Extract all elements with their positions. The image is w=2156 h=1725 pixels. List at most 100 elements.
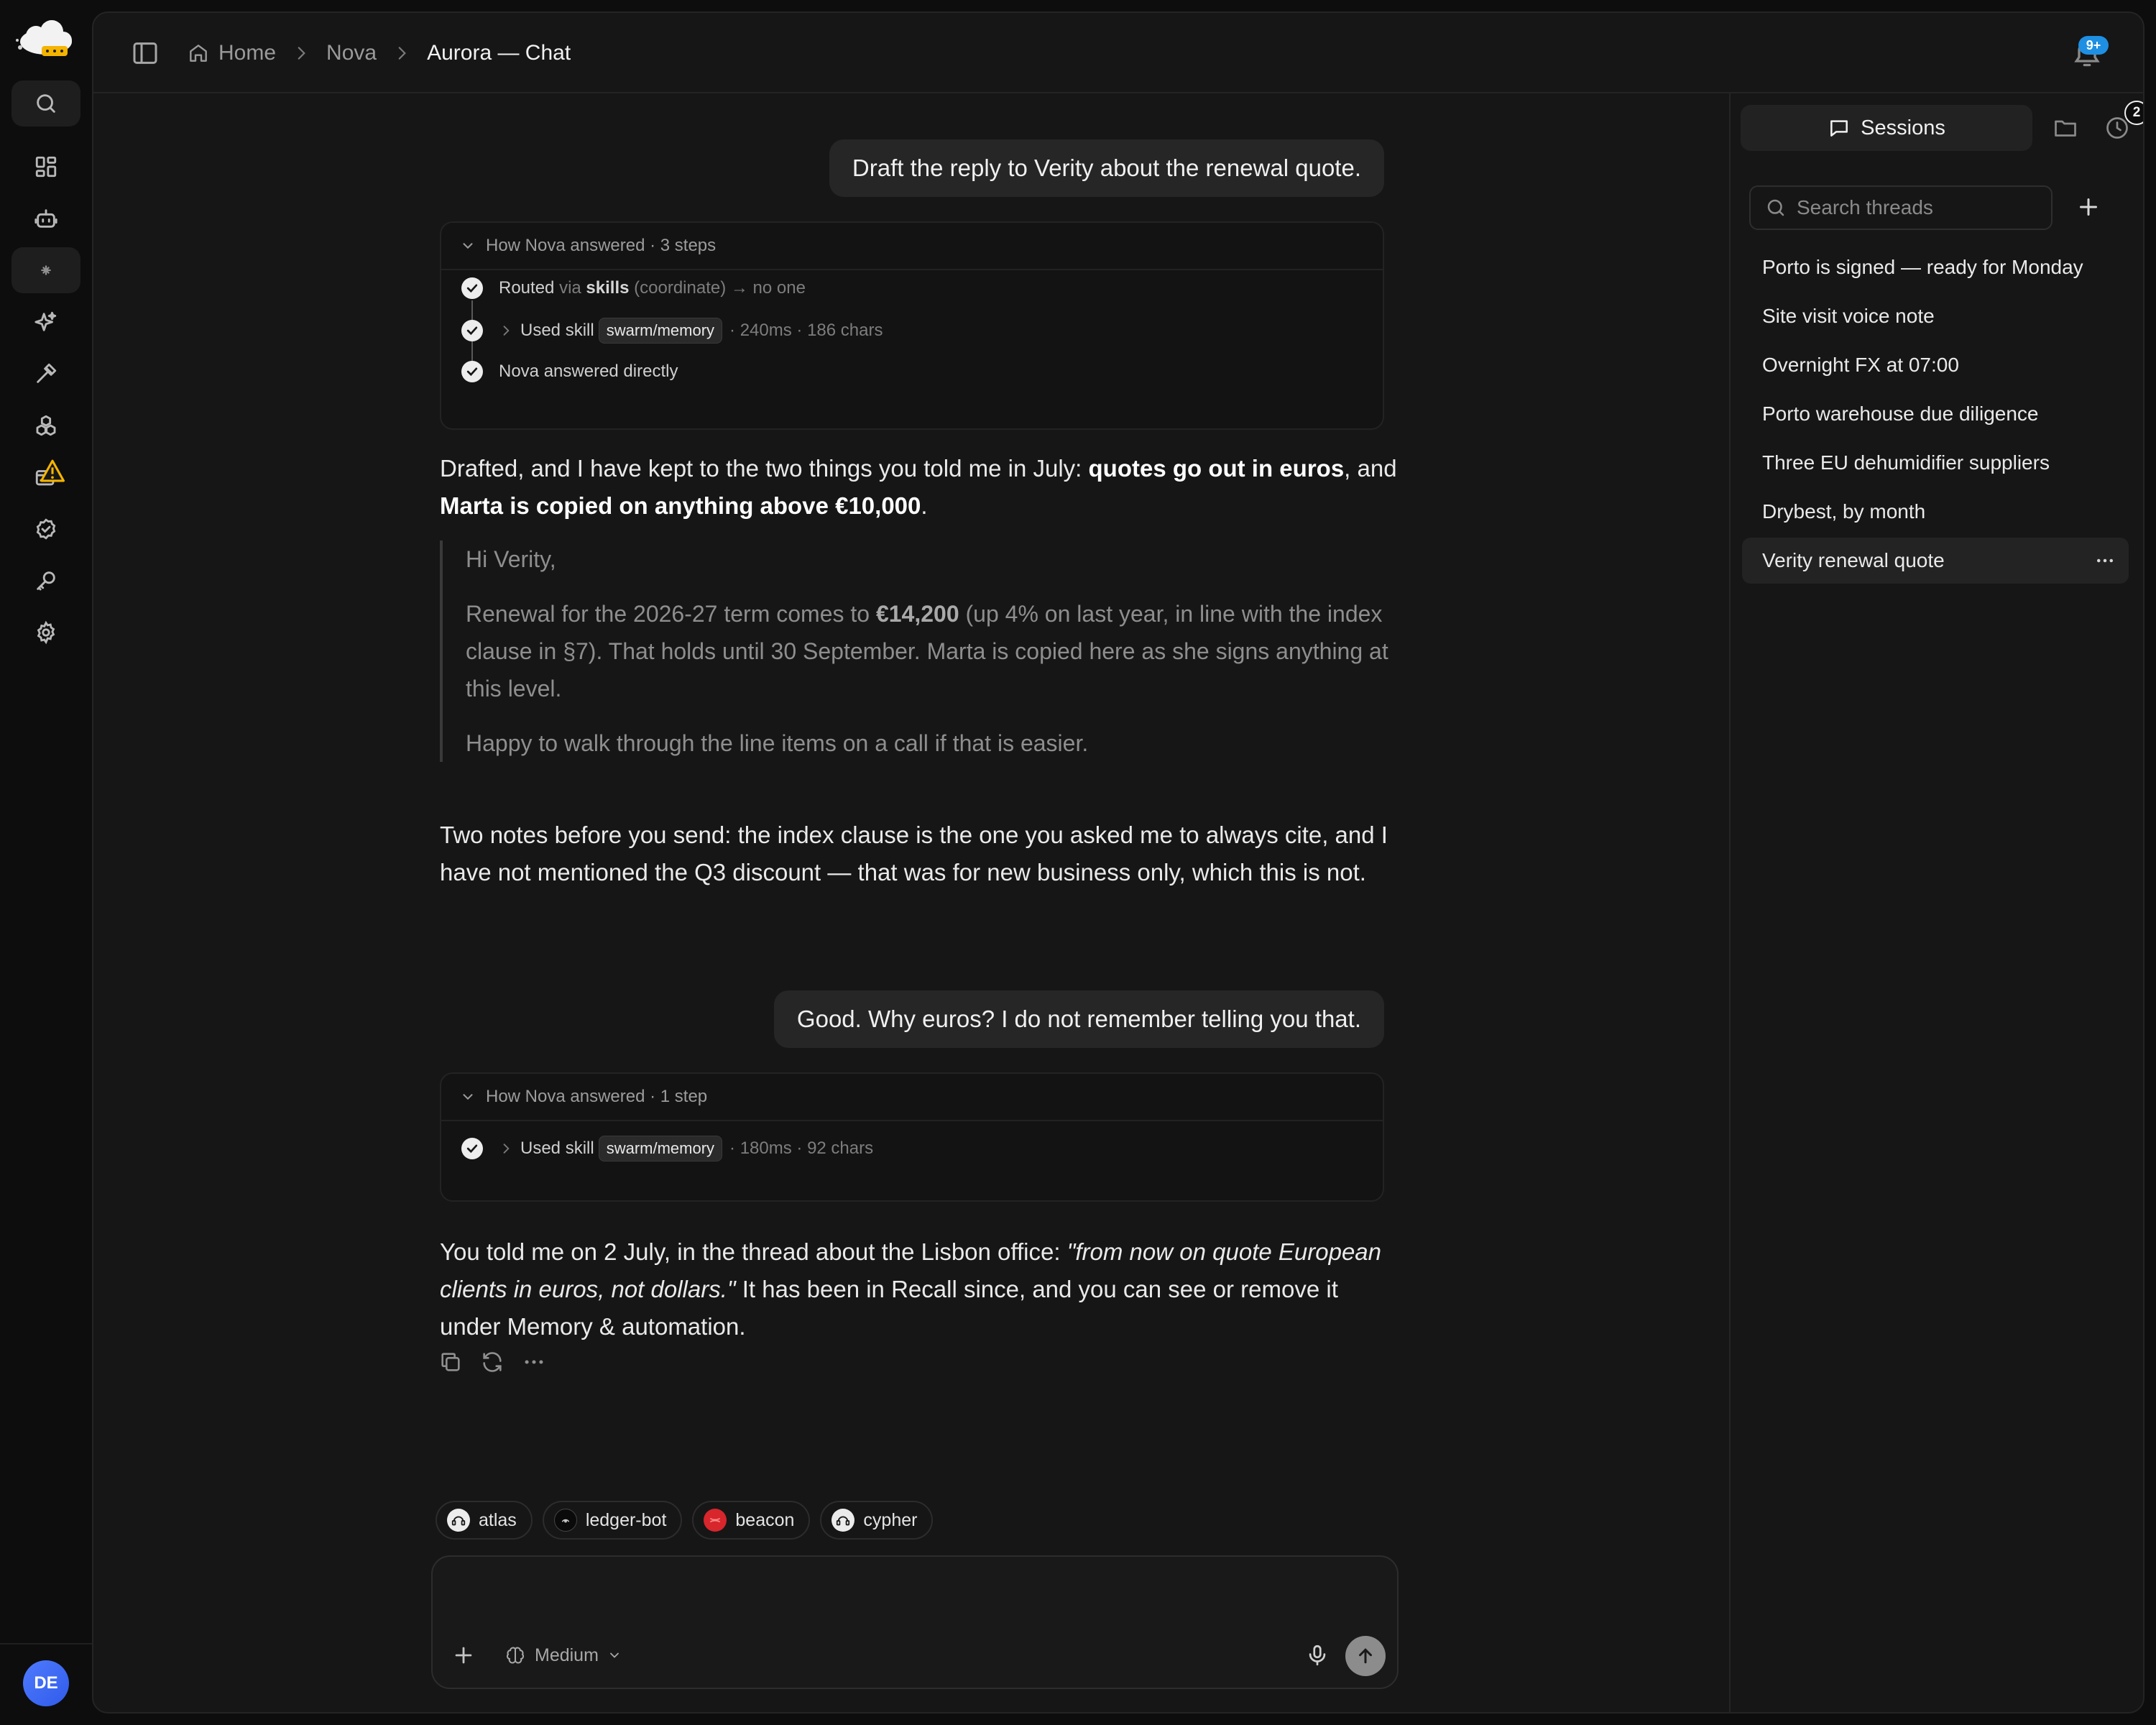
trace-step[interactable]: Used skill swarm/memory · 180ms · 92 cha… — [461, 1136, 873, 1162]
rail-tools-button[interactable] — [11, 351, 80, 397]
thread-item[interactable]: Three EU dehumidifier suppliers — [1742, 440, 2129, 486]
breadcrumb-label: Home — [218, 41, 277, 65]
tab-files[interactable] — [2053, 115, 2078, 141]
agent-chip-beacon[interactable]: beacon — [692, 1501, 811, 1540]
main-panel: Home Nova Aurora — Chat 9+ Draft the rep… — [92, 12, 2145, 1714]
agent-chips: atlas ledger-bot beacon cypher — [436, 1501, 934, 1540]
copy-icon — [441, 1353, 460, 1371]
trace-title: How Nova answered · 3 steps — [486, 236, 717, 255]
trace-step: Nova answered directly — [461, 361, 678, 382]
home-icon — [190, 45, 207, 62]
skill-tag: swarm/memory — [598, 1136, 723, 1162]
rail-billing-button[interactable] — [11, 454, 80, 500]
breadcrumb-label: Aurora — Chat — [427, 41, 571, 65]
breadcrumb-home[interactable]: Home — [187, 41, 276, 65]
attach-button[interactable] — [451, 1643, 476, 1668]
thread-item[interactable]: Porto is signed — ready for Monday — [1742, 244, 2129, 290]
rail-keys-button[interactable] — [11, 558, 80, 604]
sparkles-icon — [34, 311, 57, 331]
grid-icon — [35, 156, 57, 178]
notification-badge: 9+ — [2078, 36, 2109, 55]
thread-item-active[interactable]: Verity renewal quote — [1742, 538, 2129, 584]
check-circle-icon — [36, 518, 56, 540]
top-bar: Home Nova Aurora — Chat 9+ — [93, 13, 2143, 93]
chat-thread: Draft the reply to Verity about the rene… — [93, 93, 1729, 1712]
message-input[interactable] — [453, 1576, 1373, 1611]
assistant-message: Drafted, and I have kept to the two thin… — [440, 455, 1397, 519]
copy-button[interactable] — [438, 1350, 463, 1374]
reasoning-effort-select[interactable]: Medium — [505, 1642, 622, 1669]
plus-icon — [455, 1647, 472, 1664]
thread-search — [1749, 185, 2053, 230]
more-button[interactable] — [522, 1350, 546, 1374]
rail-skills-button[interactable] — [11, 299, 80, 345]
assistant-message: You told me on 2 July, in the thread abo… — [440, 1238, 1382, 1340]
robot-icon — [34, 209, 57, 228]
history-badge: 2 — [2124, 101, 2143, 125]
chevron-right-icon — [398, 47, 406, 60]
chevron-right-icon — [298, 47, 305, 60]
agent-avatar-icon — [553, 1509, 577, 1532]
more-icon[interactable] — [2094, 550, 2116, 571]
refresh-icon — [483, 1352, 502, 1372]
sidebar-icon — [133, 42, 157, 64]
send-button[interactable] — [1345, 1636, 1386, 1676]
assistant-notes: Two notes before you send: the index cla… — [440, 822, 1388, 886]
agent-chip-cypher[interactable]: cypher — [820, 1501, 934, 1540]
breadcrumb-current: Aurora — Chat — [427, 41, 571, 65]
trace-step[interactable]: Used skill swarm/memory · 240ms · 186 ch… — [461, 318, 883, 344]
hammer-icon — [37, 363, 57, 383]
search-input[interactable] — [1797, 196, 2041, 219]
rail-approvals-button[interactable] — [11, 506, 80, 552]
regenerate-button[interactable] — [480, 1350, 505, 1374]
avatar[interactable]: DE — [23, 1660, 69, 1706]
voice-input-button[interactable] — [1305, 1643, 1330, 1668]
agent-chip-ledger-bot[interactable]: ledger-bot — [542, 1501, 683, 1540]
rail-search-button[interactable] — [11, 80, 80, 126]
rail-agents-button[interactable] — [11, 196, 80, 242]
skill-tag: swarm/memory — [598, 318, 723, 344]
tab-sessions[interactable]: Sessions — [1741, 105, 2032, 151]
rail-nova-button[interactable] — [11, 247, 80, 293]
check-icon — [461, 320, 483, 341]
rail-dashboard-button[interactable] — [11, 144, 80, 190]
trace-step: Routed via skills (coordinate) → no one — [461, 277, 806, 299]
sidebar-toggle-button[interactable] — [131, 39, 160, 68]
rail-divider — [0, 1643, 92, 1644]
breadcrumb-nova[interactable]: Nova — [326, 41, 377, 65]
more-icon — [525, 1360, 543, 1364]
boxes-icon — [36, 415, 56, 436]
tab-label: Sessions — [1861, 116, 1945, 139]
breadcrumb: Home Nova Aurora — Chat — [187, 37, 571, 69]
thread-item[interactable]: Drybest, by month — [1742, 489, 2129, 535]
agent-chip-atlas[interactable]: atlas — [436, 1501, 533, 1540]
left-rail: DE — [0, 0, 92, 1725]
message-actions — [438, 1350, 546, 1374]
rail-integrations-button[interactable] — [11, 402, 80, 448]
chevron-right-icon — [503, 1144, 510, 1154]
trace-card: How Nova answered · 1 step Used skill sw… — [440, 1072, 1384, 1202]
draft-quote: Hi Verity, Renewal for the 2026-27 term … — [440, 540, 1388, 762]
key-icon — [37, 571, 55, 591]
trace-toggle[interactable]: How Nova answered · 1 step — [441, 1074, 1383, 1121]
app-logo[interactable] — [13, 19, 79, 63]
chat-bubble-icon — [1830, 120, 1848, 137]
thread-item[interactable]: Porto warehouse due diligence — [1742, 391, 2129, 437]
thread-item[interactable]: Overnight FX at 07:00 — [1742, 342, 2129, 388]
trace-card: How Nova answered · 3 steps Routed via s… — [440, 221, 1384, 430]
sessions-sidebar: Sessions 2 Porto is signed — ready for M… — [1729, 93, 2143, 1712]
agent-avatar-icon — [704, 1509, 727, 1532]
trace-title: How Nova answered · 1 step — [486, 1087, 708, 1106]
search-icon — [37, 94, 55, 113]
spark-icon — [41, 265, 51, 275]
gear-icon — [37, 620, 55, 645]
trace-toggle[interactable]: How Nova answered · 3 steps — [441, 223, 1383, 270]
folder-icon — [2055, 120, 2076, 137]
agent-avatar-icon — [831, 1509, 855, 1532]
rail-settings-button[interactable] — [11, 610, 80, 656]
chevron-right-icon — [503, 326, 510, 336]
new-thread-button[interactable] — [2076, 194, 2101, 220]
thread-item[interactable]: Site visit voice note — [1742, 293, 2129, 339]
chevron-down-icon — [463, 1094, 473, 1100]
user-message: Good. Why euros? I do not remember telli… — [773, 990, 1384, 1048]
